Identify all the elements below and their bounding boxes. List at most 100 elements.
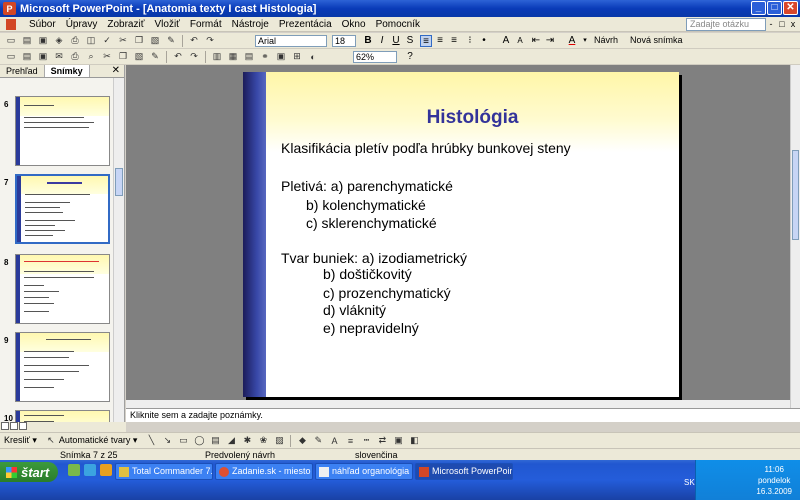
save-file-icon[interactable]: ▣ [36, 50, 50, 63]
thumbnail-scrollbar[interactable] [113, 78, 124, 422]
copy-clip-icon[interactable]: ❐ [116, 50, 130, 63]
sorter-view-icon[interactable] [10, 422, 18, 430]
tables-borders-icon[interactable]: ▤ [242, 50, 256, 63]
decrease-font-icon[interactable]: A [514, 35, 526, 47]
slide-thumbnail-10[interactable] [15, 410, 110, 422]
powerpoint-app-icon[interactable]: P [3, 2, 16, 15]
paste-clip-icon[interactable]: ▧ [132, 50, 146, 63]
tab-outline[interactable]: Prehľad [0, 65, 45, 77]
redo-history-icon[interactable]: ↷ [187, 50, 201, 63]
zoom-select[interactable]: 62% [353, 51, 397, 63]
slide-title[interactable]: Histológia [266, 107, 679, 129]
bold-button[interactable]: B [362, 35, 374, 47]
textbox-icon[interactable]: ▤ [208, 434, 222, 447]
slideshow-view-icon[interactable] [19, 422, 27, 430]
new-icon[interactable]: ▭ [4, 34, 18, 47]
quicklaunch-icon[interactable] [100, 464, 112, 476]
slide-thumbnail-7[interactable] [15, 174, 110, 244]
minimize-button[interactable]: _ [751, 1, 766, 15]
menu-view[interactable]: Zobraziť [102, 19, 149, 30]
line-icon[interactable]: ╲ [144, 434, 158, 447]
draw-font-color-icon[interactable]: A [327, 434, 341, 447]
menu-edit[interactable]: Úpravy [61, 19, 103, 30]
undo-icon[interactable]: ↶ [187, 34, 201, 47]
preview-icon[interactable]: ◫ [84, 34, 98, 47]
clock[interactable]: 11:06 pondelok 16.3.2009 [756, 464, 792, 497]
undo-history-icon[interactable]: ↶ [171, 50, 185, 63]
task-total-commander[interactable]: Total Commander 7.0... [115, 463, 213, 480]
slide-canvas[interactable]: Histológia Klasifikácia pletív podľa hrú… [243, 72, 679, 397]
paste-icon[interactable]: ▧ [148, 34, 162, 47]
new-file-icon[interactable]: ▭ [4, 50, 18, 63]
underline-button[interactable]: U [390, 35, 402, 47]
maximize-button[interactable]: □ [767, 1, 782, 15]
task-zadanie[interactable]: Zadanie.sk - miesto p... [215, 463, 313, 480]
shadow-style-icon[interactable]: ▣ [391, 434, 405, 447]
select-pointer-icon[interactable]: ↖ [44, 434, 58, 447]
menu-slideshow[interactable]: Prezentácia [274, 19, 337, 30]
open-icon[interactable]: ▤ [20, 34, 34, 47]
slide-vertical-scrollbar[interactable] [790, 65, 800, 408]
increase-indent-icon[interactable]: ⇥ [544, 35, 556, 47]
task-powerpoint[interactable]: Microsoft PowerPoint ... [415, 463, 513, 480]
picture-icon[interactable]: ▨ [272, 434, 286, 447]
menu-insert[interactable]: Vložiť [149, 19, 184, 30]
expand-icon[interactable]: ▣ [274, 50, 288, 63]
print-icon[interactable]: ⎙ [68, 34, 82, 47]
bullets-icon[interactable]: • [478, 35, 490, 47]
menu-format[interactable]: Formát [185, 19, 227, 30]
slide-scroll-thumb[interactable] [792, 150, 799, 240]
menu-file[interactable]: Súbor [24, 19, 61, 30]
quicklaunch-icon[interactable] [68, 464, 80, 476]
clipart-icon[interactable]: ❀ [256, 434, 270, 447]
permission-icon[interactable]: ◈ [52, 34, 66, 47]
increase-font-icon[interactable]: A [500, 35, 512, 47]
line-style-icon[interactable]: ≡ [343, 434, 357, 447]
doc-minimize-button[interactable]: - [766, 18, 776, 30]
arrow-style-icon[interactable]: ⇄ [375, 434, 389, 447]
font-color-icon[interactable]: A [566, 35, 578, 47]
cut-icon[interactable]: ✂ [116, 34, 130, 47]
open-file-icon[interactable]: ▤ [20, 50, 34, 63]
slide-thumbnail-6[interactable] [15, 96, 110, 166]
decrease-indent-icon[interactable]: ⇤ [530, 35, 542, 47]
menu-window[interactable]: Okno [337, 19, 371, 30]
redo-icon[interactable]: ↷ [203, 34, 217, 47]
design-button[interactable]: Návrh [594, 34, 618, 47]
print-file-icon[interactable]: ⎙ [68, 50, 82, 63]
italic-button[interactable]: I [376, 35, 388, 47]
arrow-icon[interactable]: ↘ [160, 434, 174, 447]
slide-thumbnail-8[interactable] [15, 254, 110, 324]
grid-icon[interactable]: ⊞ [290, 50, 304, 63]
diagram-icon[interactable]: ✱ [240, 434, 254, 447]
font-color-dropdown-icon[interactable]: ▾ [579, 35, 591, 47]
spelling-icon[interactable]: ✓ [100, 34, 114, 47]
pane-close-icon[interactable]: ✕ [112, 65, 120, 76]
research-icon[interactable]: ⌕ [84, 50, 98, 63]
slide-thumbnail-9[interactable] [15, 332, 110, 402]
wordart-icon[interactable]: ◢ [224, 434, 238, 447]
menu-help[interactable]: Pomocník [371, 19, 425, 30]
font-size-select[interactable]: 18 [332, 35, 356, 47]
dash-style-icon[interactable]: ┅ [359, 434, 373, 447]
rectangle-icon[interactable]: ▭ [176, 434, 190, 447]
new-slide-button[interactable]: Nová snímka [630, 34, 683, 47]
thumbnail-scroll-thumb[interactable] [115, 168, 123, 196]
align-center-icon[interactable]: ≡ [434, 35, 446, 47]
cut-clip-icon[interactable]: ✂ [100, 50, 114, 63]
email-icon[interactable]: ✉ [52, 50, 66, 63]
close-button[interactable]: ✕ [783, 1, 798, 15]
3d-style-icon[interactable]: ◧ [407, 434, 421, 447]
start-button[interactable]: štart [0, 462, 58, 482]
fill-color-icon[interactable]: ◆ [295, 434, 309, 447]
copy-icon[interactable]: ❐ [132, 34, 146, 47]
table-icon[interactable]: ▦ [226, 50, 240, 63]
numbering-icon[interactable]: ⁝ [464, 35, 476, 47]
save-icon[interactable]: ▣ [36, 34, 50, 47]
color-grayscale-icon[interactable]: ◐ [306, 50, 320, 63]
doc-close-button[interactable]: x [788, 18, 798, 30]
menu-tools[interactable]: Nástroje [227, 19, 274, 30]
task-organologia[interactable]: náhľad organológia - ... [315, 463, 413, 480]
oval-icon[interactable]: ◯ [192, 434, 206, 447]
notes-pane[interactable]: Kliknite sem a zadajte poznámky. [126, 408, 800, 422]
